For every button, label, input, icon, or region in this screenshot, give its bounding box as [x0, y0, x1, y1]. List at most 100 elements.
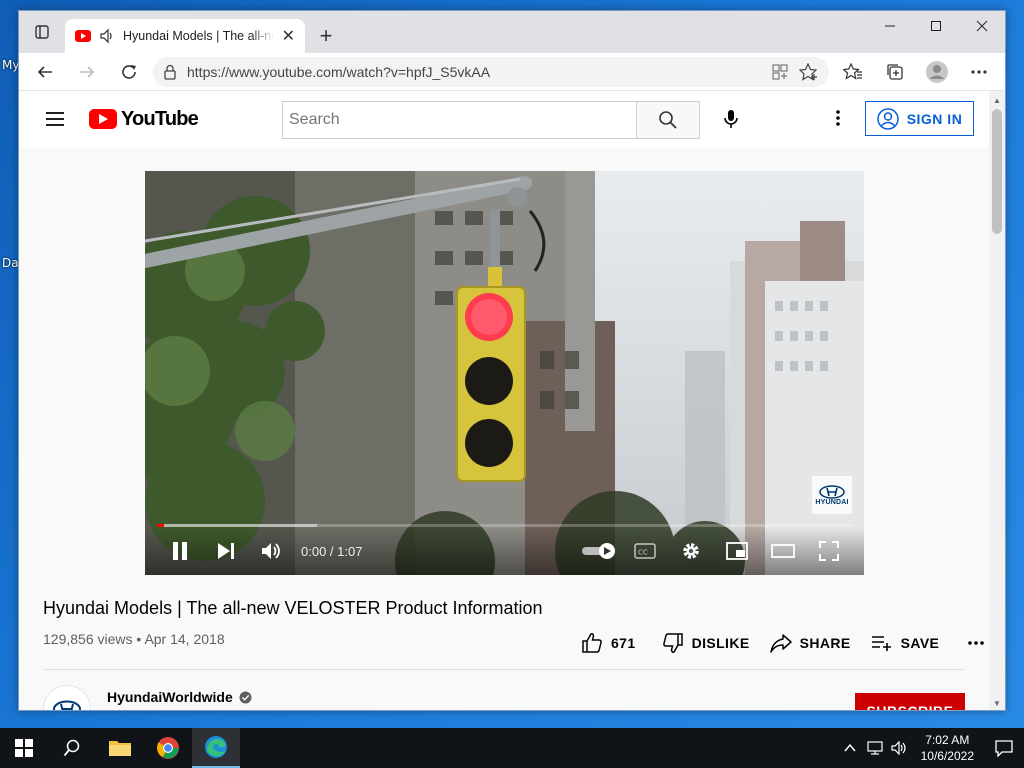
profile-button[interactable] [919, 56, 955, 88]
captions-icon: CC [634, 543, 656, 559]
address-bar[interactable]: https://www.youtube.com/watch?v=hpfJ_S5v… [153, 56, 829, 87]
file-explorer-button[interactable] [96, 728, 144, 768]
channel-name[interactable]: HyundaiWorldwide [107, 689, 252, 705]
theater-mode-button[interactable] [760, 533, 806, 569]
page-scrollbar[interactable]: ▲ ▼ [989, 91, 1005, 710]
dislike-button[interactable]: DISLIKE [652, 626, 760, 660]
voice-search-button[interactable] [713, 101, 749, 137]
mute-button[interactable] [249, 533, 295, 569]
video-title: Hyundai Models | The all-new VELOSTER Pr… [43, 598, 543, 618]
network-button[interactable] [863, 728, 887, 768]
tab-actions-icon [35, 25, 49, 39]
more-horizontal-icon [968, 641, 985, 645]
system-tray: 7:02 AM 10/6/2022 [837, 728, 1024, 768]
search-icon [63, 739, 80, 757]
hyundai-watermark[interactable]: HYUNDAI [812, 476, 852, 514]
favorites-icon [843, 62, 862, 80]
volume-tray-button[interactable] [887, 728, 911, 768]
autoplay-toggle[interactable] [576, 533, 622, 569]
profile-avatar-icon [926, 60, 948, 83]
hyundai-logo-icon [53, 700, 81, 710]
close-tab-icon[interactable]: ✕ [282, 26, 295, 46]
network-icon [867, 741, 883, 755]
video-player[interactable]: HYUNDAI 0:00 / 1:07 CC [145, 171, 864, 575]
notifications-button[interactable] [984, 728, 1024, 768]
collections-button[interactable] [877, 56, 913, 88]
clock-time: 7:02 AM [925, 733, 970, 747]
video-meta: 129,856 views • Apr 14, 2018 [43, 631, 225, 647]
time-display: 0:00 / 1:07 [301, 543, 363, 559]
back-button[interactable] [27, 56, 63, 88]
back-arrow-icon [37, 65, 52, 78]
save-label: SAVE [900, 635, 940, 651]
scroll-down-arrow-icon[interactable]: ▼ [989, 696, 1005, 710]
channel-name-text: HyundaiWorldwide [107, 689, 233, 705]
theater-mode-icon [771, 544, 795, 558]
search-icon [659, 111, 677, 129]
watermark-text: HYUNDAI [815, 498, 849, 506]
add-favorite-icon[interactable] [799, 62, 819, 81]
playlist-add-icon [871, 636, 891, 651]
tab-actions-button[interactable] [19, 11, 65, 53]
search-taskbar-button[interactable] [48, 728, 96, 768]
channel-avatar[interactable] [43, 685, 91, 710]
refresh-icon [122, 64, 136, 79]
scroll-up-arrow-icon[interactable]: ▲ [989, 93, 1005, 107]
speaker-icon [891, 741, 906, 755]
share-label: SHARE [799, 635, 851, 651]
next-button[interactable] [203, 533, 249, 569]
refresh-button[interactable] [111, 56, 147, 88]
share-arrow-icon [769, 634, 792, 653]
close-window-button[interactable] [959, 11, 1005, 41]
edge-button[interactable] [192, 728, 240, 768]
microphone-icon [724, 110, 738, 128]
pause-icon [173, 542, 187, 560]
pause-button[interactable] [157, 533, 203, 569]
notification-icon [995, 740, 1013, 757]
settings-menu-button[interactable] [823, 103, 853, 133]
share-button[interactable]: SHARE [760, 627, 861, 659]
account-circle-icon [876, 107, 899, 130]
favorites-button[interactable] [835, 56, 871, 88]
subscribe-button[interactable]: SUBSCRIBE [855, 693, 965, 710]
settings-button[interactable] [668, 533, 714, 569]
captions-button[interactable]: CC [622, 533, 668, 569]
like-count: 671 [611, 635, 636, 651]
youtube-logo[interactable]: YouTube [89, 108, 199, 131]
like-button[interactable]: 671 [571, 626, 646, 660]
desktop-icon-label[interactable]: Da [2, 256, 19, 270]
desktop-icon-label[interactable]: My [2, 58, 19, 72]
new-tab-button[interactable]: + [309, 19, 343, 53]
clock-date: 10/6/2022 [920, 749, 974, 763]
search-input[interactable] [282, 101, 637, 139]
forward-button[interactable] [69, 56, 105, 88]
chrome-button[interactable] [144, 728, 192, 768]
view-count: 129,856 views [43, 631, 133, 647]
app-available-icon[interactable] [771, 63, 789, 81]
hyundai-logo-icon [819, 484, 845, 499]
speaker-icon[interactable] [99, 28, 115, 44]
tab-title: Hyundai Models | The all-new VELOSTER Pr… [123, 29, 274, 43]
minimize-button[interactable] [867, 11, 913, 41]
clock[interactable]: 7:02 AM 10/6/2022 [911, 732, 984, 764]
fullscreen-button[interactable] [806, 533, 852, 569]
url-text[interactable]: https://www.youtube.com/watch?v=hpfJ_S5v… [187, 64, 761, 80]
hamburger-menu-icon [46, 112, 64, 126]
sign-in-button[interactable]: SIGN IN [865, 101, 974, 136]
search-button[interactable] [636, 101, 700, 139]
lock-icon[interactable] [163, 64, 177, 80]
scrollbar-thumb[interactable] [992, 109, 1002, 234]
menu-button[interactable] [35, 99, 75, 139]
miniplayer-button[interactable] [714, 533, 760, 569]
show-hidden-icons-button[interactable] [837, 728, 863, 768]
settings-more-button[interactable] [961, 56, 997, 88]
maximize-button[interactable] [913, 11, 959, 41]
save-button[interactable]: SAVE [861, 628, 950, 658]
browser-tab-active[interactable]: Hyundai Models | The all-new VELOSTER Pr… [65, 19, 305, 53]
chrome-icon [157, 737, 179, 759]
more-actions-button[interactable] [957, 634, 991, 652]
skip-next-icon [218, 543, 234, 559]
player-controls: 0:00 / 1:07 CC [145, 527, 864, 575]
start-button[interactable] [0, 728, 48, 768]
autoplay-toggle-icon [582, 543, 615, 559]
